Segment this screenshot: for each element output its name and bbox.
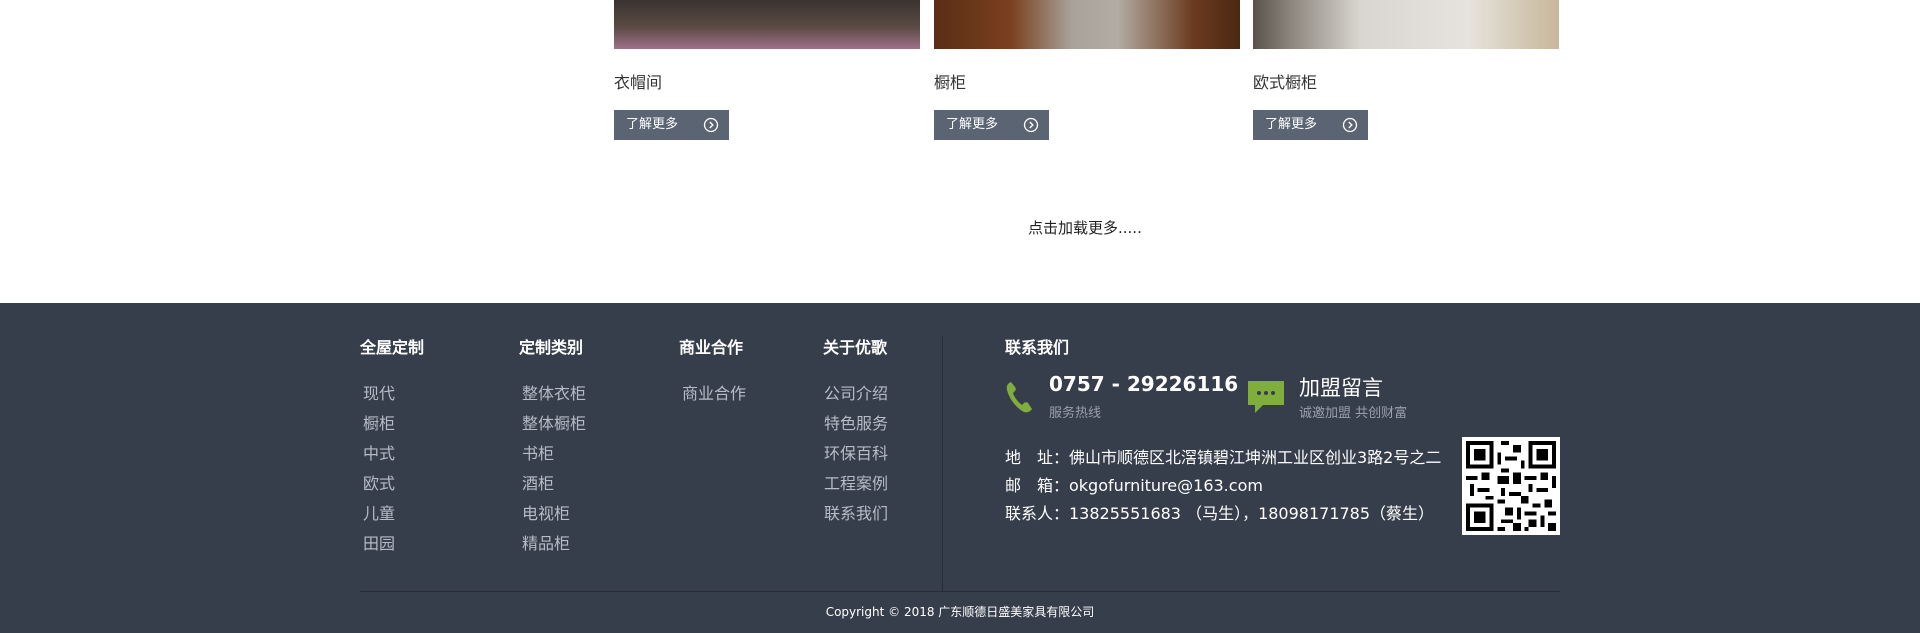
- footer-link[interactable]: 橱柜: [363, 409, 424, 439]
- footer-link[interactable]: 田园: [363, 529, 424, 559]
- learn-more-label: 了解更多: [1265, 117, 1318, 132]
- footer-column-about: 关于优歌 公司介绍 特色服务 环保百科 工程案例 联系我们: [823, 334, 888, 529]
- product-name: 欧式橱柜: [1253, 73, 1318, 92]
- chat-bubble-icon: [1248, 381, 1284, 413]
- phone-icon: [1006, 382, 1032, 413]
- footer-link[interactable]: 中式: [363, 439, 424, 469]
- footer-link[interactable]: 整体衣柜: [522, 379, 586, 409]
- product-name: 衣帽间: [614, 73, 663, 92]
- footer-column-title: 关于优歌: [823, 338, 888, 357]
- learn-more-button[interactable]: 了解更多: [1253, 110, 1368, 140]
- load-more-link[interactable]: 点击加载更多.....: [1028, 217, 1142, 238]
- footer-link[interactable]: 整体橱柜: [522, 409, 586, 439]
- product-card: 橱柜 了解更多: [934, 0, 1240, 140]
- footer-link[interactable]: 特色服务: [824, 409, 888, 439]
- footer-link[interactable]: 精品柜: [522, 529, 586, 559]
- footer-column-whole-house: 全屋定制 现代 橱柜 中式 欧式 儿童 田园: [360, 334, 424, 559]
- footer-link[interactable]: 欧式: [363, 469, 424, 499]
- product-name: 橱柜: [934, 73, 967, 92]
- footer-link[interactable]: 环保百科: [824, 439, 888, 469]
- learn-more-button[interactable]: 了解更多: [934, 110, 1049, 140]
- footer-link[interactable]: 工程案例: [824, 469, 888, 499]
- learn-more-label: 了解更多: [946, 117, 999, 132]
- footer-link[interactable]: 公司介绍: [824, 379, 888, 409]
- footer-column-business: 商业合作 商业合作: [679, 334, 746, 409]
- footer-column-title: 商业合作: [679, 338, 744, 357]
- footer-link[interactable]: 现代: [363, 379, 424, 409]
- site-footer: 全屋定制 现代 橱柜 中式 欧式 儿童 田园 定制类别 整体衣柜 整体橱柜 书柜…: [0, 303, 1920, 633]
- product-card: 欧式橱柜 了解更多: [1253, 0, 1559, 140]
- copyright-text: Copyright © 2018 广东顺德日盛美家具有限公司: [825, 605, 1095, 619]
- email-text: 邮 箱：okgofurniture@163.com: [1005, 476, 1263, 495]
- chevron-circle-right-icon: [1023, 117, 1039, 133]
- product-card: 衣帽间 了解更多: [614, 0, 920, 140]
- chevron-circle-right-icon: [1342, 117, 1358, 133]
- footer-link[interactable]: 联系我们: [824, 499, 888, 529]
- footer-link[interactable]: 商业合作: [682, 379, 746, 409]
- hotline-number[interactable]: 0757 - 29226116: [1049, 372, 1238, 396]
- contact-person-text: 联系人：13825551683 （马生），18098171785（蔡生）: [1005, 504, 1435, 523]
- learn-more-label: 了解更多: [626, 117, 679, 132]
- contact-title: 联系我们: [1005, 338, 1070, 357]
- footer-column-categories: 定制类别 整体衣柜 整体橱柜 书柜 酒柜 电视柜 精品柜: [519, 334, 586, 559]
- vertical-divider: [942, 336, 943, 591]
- join-title: 加盟留言: [1299, 376, 1383, 400]
- qr-code-icon: [1462, 437, 1560, 535]
- product-image[interactable]: [934, 0, 1240, 49]
- footer-link[interactable]: 书柜: [522, 439, 586, 469]
- address-text: 地 址：佛山市顺德区北滘镇碧江坤洲工业区创业3路2号之二: [1005, 448, 1442, 467]
- hotline-label: 服务热线: [1049, 406, 1102, 421]
- contact-section: 联系我们 0757 - 29226116 服务热线 加盟留言 诚邀加盟 共创财富…: [1005, 334, 1565, 584]
- footer-link[interactable]: 儿童: [363, 499, 424, 529]
- footer-column-title: 定制类别: [519, 338, 584, 357]
- footer-link[interactable]: 酒柜: [522, 469, 586, 499]
- horizontal-divider: [360, 591, 1560, 592]
- footer-link[interactable]: 电视柜: [522, 499, 586, 529]
- product-image[interactable]: [614, 0, 920, 49]
- learn-more-button[interactable]: 了解更多: [614, 110, 729, 140]
- contact-info: 地 址：佛山市顺德区北滘镇碧江坤洲工业区创业3路2号之二 邮 箱：okgofur…: [1005, 444, 1441, 528]
- join-subtitle: 诚邀加盟 共创财富: [1299, 406, 1408, 421]
- footer-column-title: 全屋定制: [360, 338, 425, 357]
- chevron-circle-right-icon: [703, 117, 719, 133]
- product-image[interactable]: [1253, 0, 1559, 49]
